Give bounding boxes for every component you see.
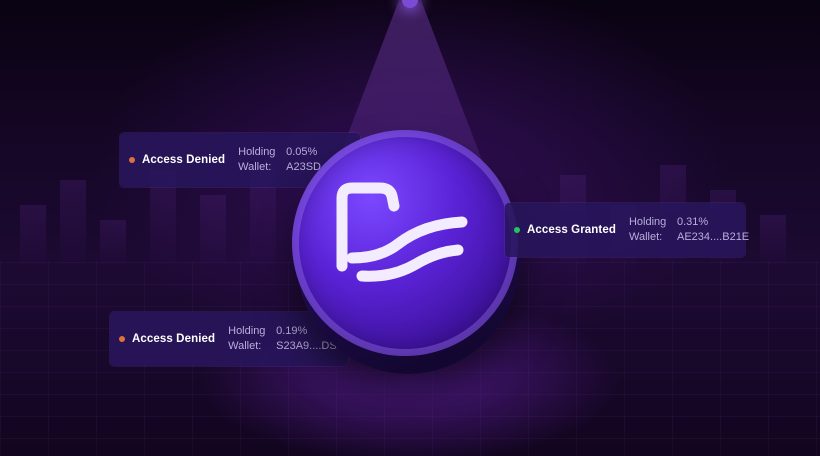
status-dot-granted-icon — [514, 227, 520, 233]
access-card-granted: Access Granted Holding 0.31% Wallet: AE2… — [505, 203, 749, 257]
status-dot-denied-icon — [129, 157, 135, 163]
holding-label: Holding — [238, 146, 276, 158]
access-status: Access Denied — [142, 154, 226, 166]
wallet-label: Wallet: — [228, 340, 262, 352]
status-dot-denied-icon — [119, 336, 125, 342]
access-status: Access Granted — [527, 224, 616, 236]
holding-value: 0.31% — [676, 216, 709, 228]
access-status: Access Denied — [132, 333, 216, 345]
wallet-value: AE234....B21E — [676, 231, 750, 243]
wallet-label: Wallet: — [238, 161, 272, 173]
card-meta: Holding 0.31% Wallet: AE234....B21E — [629, 215, 749, 245]
coin — [290, 128, 526, 376]
holding-label: Holding — [228, 325, 266, 337]
coin-face — [292, 130, 518, 356]
wallet-label: Wallet: — [628, 231, 663, 243]
wave-logo-icon — [336, 182, 468, 282]
holding-label: Holding — [628, 216, 667, 228]
